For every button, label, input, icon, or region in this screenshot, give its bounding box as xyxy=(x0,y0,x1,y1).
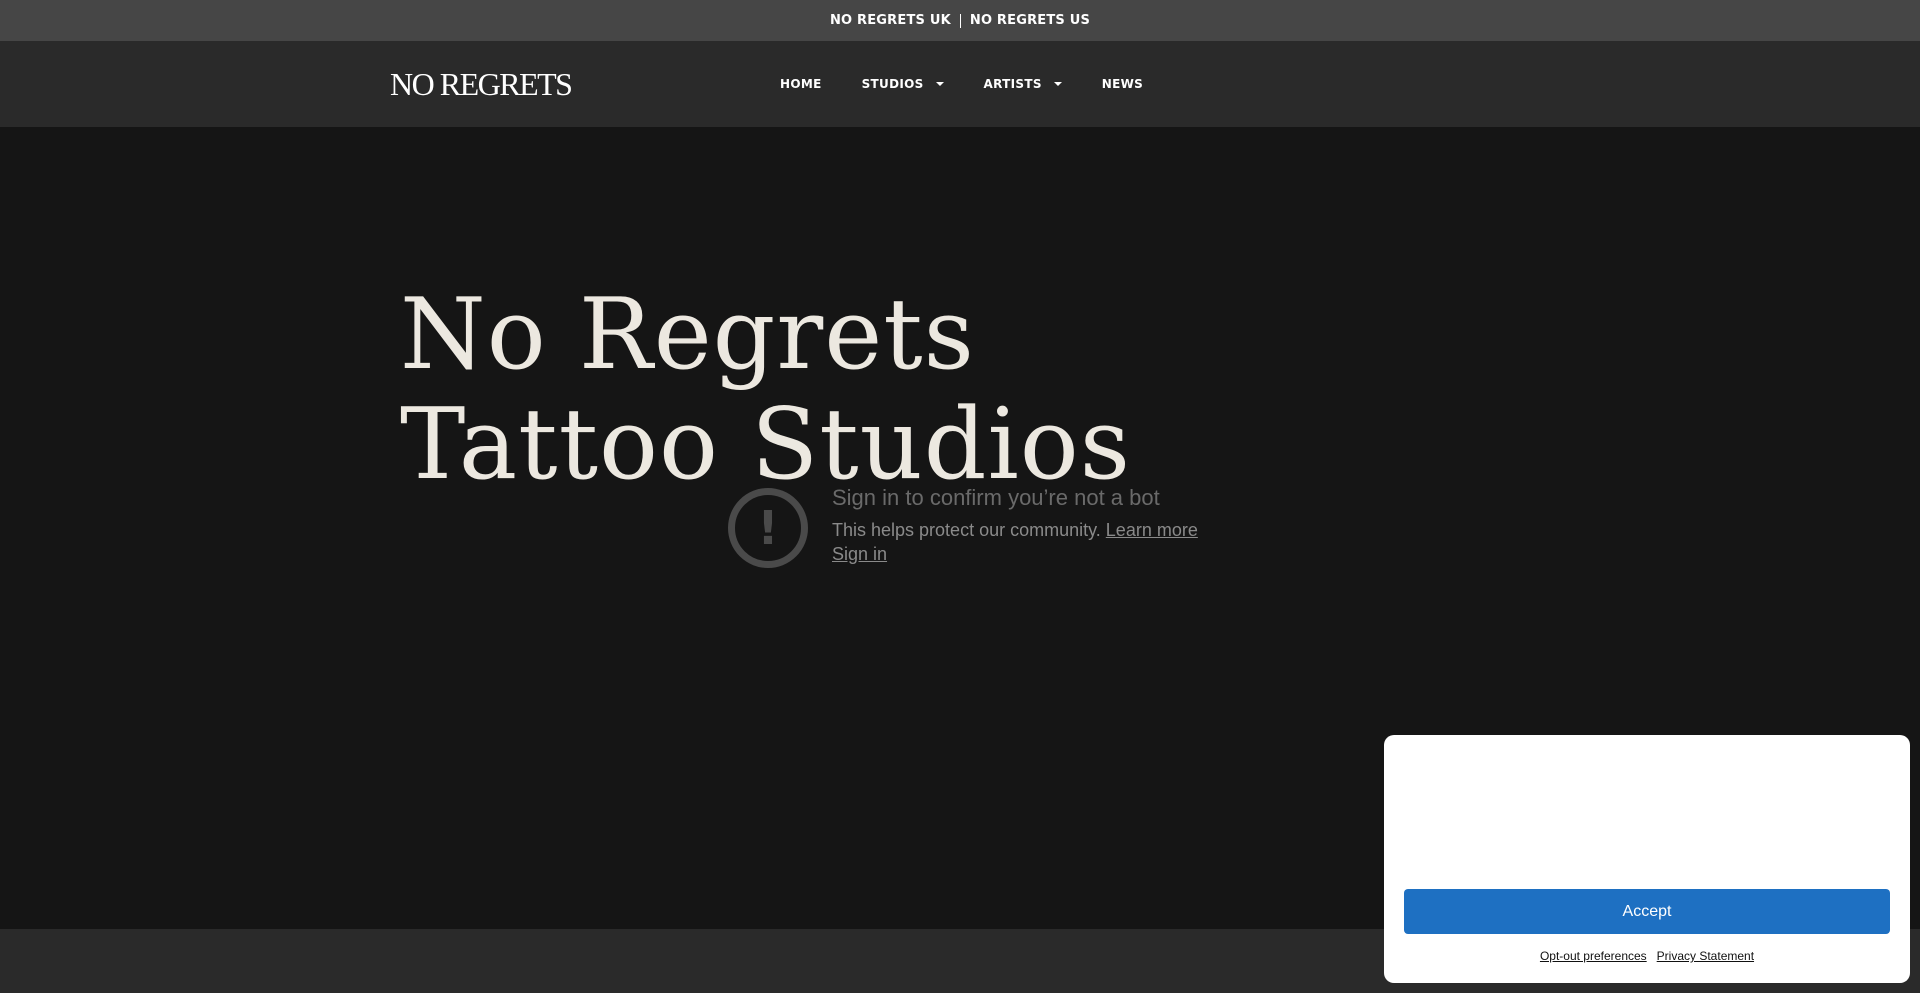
region-link-uk[interactable]: NO REGRETS UK xyxy=(830,13,951,28)
bot-check-description-text: This helps protect our community. xyxy=(832,520,1101,540)
alert-circle-icon: ! xyxy=(728,488,808,568)
caret-down-icon xyxy=(935,82,944,86)
bot-check-message: Sign in to confirm you’re not a bot This… xyxy=(832,484,1252,566)
site-logo[interactable]: NO REGRETS xyxy=(390,67,573,101)
cookie-links: Opt-out preferences Privacy Statement xyxy=(1384,949,1910,963)
main-nav: HOME STUDIOS ARTISTS NEWS xyxy=(780,72,1183,96)
nav-item-studios[interactable]: STUDIOS xyxy=(862,77,944,91)
accept-cookies-button[interactable]: Accept xyxy=(1404,889,1890,934)
opt-out-preferences-link[interactable]: Opt-out preferences xyxy=(1540,949,1647,963)
nav-item-label: HOME xyxy=(780,77,822,91)
site-header: NO REGRETS HOME STUDIOS ARTISTS NEWS xyxy=(0,41,1920,127)
hero-title: No Regrets Tattoo Studios xyxy=(400,278,1132,502)
cookie-consent-banner: Accept Opt-out preferences Privacy State… xyxy=(1384,735,1910,983)
nav-item-label: STUDIOS xyxy=(861,77,924,91)
nav-item-label: ARTISTS xyxy=(983,77,1042,91)
region-divider xyxy=(959,13,961,28)
nav-item-home[interactable]: HOME xyxy=(780,77,822,91)
privacy-statement-link[interactable]: Privacy Statement xyxy=(1657,949,1754,963)
top-bar: NO REGRETS UK NO REGRETS US xyxy=(0,0,1920,41)
learn-more-link[interactable]: Learn more xyxy=(1106,520,1198,540)
nav-item-artists[interactable]: ARTISTS xyxy=(984,77,1062,91)
caret-down-icon xyxy=(1053,82,1062,86)
nav-item-news[interactable]: NEWS xyxy=(1102,77,1143,91)
nav-item-label: NEWS xyxy=(1101,77,1144,91)
bot-check-description: This helps protect our community. Learn … xyxy=(832,518,1252,542)
region-link-us[interactable]: NO REGRETS US xyxy=(970,13,1090,28)
bot-check-heading: Sign in to confirm you’re not a bot xyxy=(832,485,1160,510)
sign-in-link[interactable]: Sign in xyxy=(832,544,887,564)
